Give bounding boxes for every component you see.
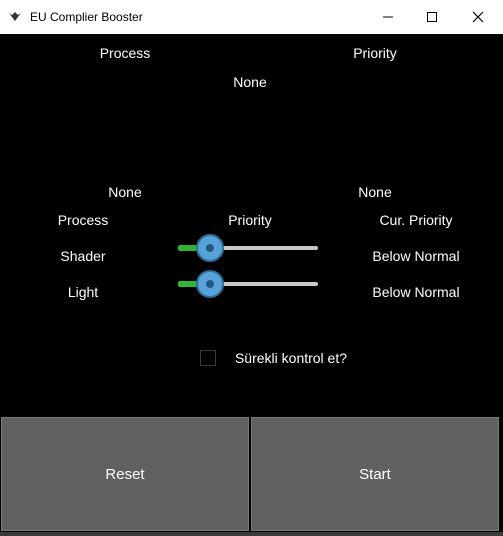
- client-area: Process Priority None None None Process …: [0, 34, 503, 536]
- column-priority-header: Priority: [228, 212, 272, 228]
- row-light-process: Light: [67, 284, 99, 300]
- continuous-check-label: Sürekli kontrol et?: [234, 350, 348, 366]
- column-cur-priority-header: Cur. Priority: [379, 212, 453, 228]
- window-title: EU Complier Booster: [30, 10, 143, 24]
- slider-handle[interactable]: [196, 270, 224, 298]
- slider-handle[interactable]: [196, 234, 224, 262]
- current-process-value: None: [108, 184, 142, 200]
- title-bar: EU Complier Booster: [0, 0, 503, 34]
- minimize-button[interactable]: [365, 0, 411, 34]
- row-light-cur-priority: Below Normal: [372, 284, 460, 300]
- current-priority-value: None: [358, 184, 392, 200]
- shader-priority-slider[interactable]: [178, 233, 318, 263]
- selected-value-label: None: [233, 74, 267, 90]
- taskbar-strip: [0, 532, 503, 536]
- row-shader-process: Shader: [60, 248, 106, 264]
- close-button[interactable]: [455, 0, 501, 34]
- app-icon: [9, 12, 21, 21]
- maximize-button[interactable]: [409, 0, 455, 34]
- reset-button[interactable]: Reset: [1, 417, 249, 531]
- maximize-icon: [427, 12, 437, 22]
- start-button[interactable]: Start: [251, 417, 499, 531]
- close-icon: [472, 11, 484, 23]
- minimize-icon: [383, 16, 393, 18]
- priority-header-label: Priority: [353, 45, 397, 61]
- continuous-check-checkbox[interactable]: [200, 350, 216, 366]
- process-header-label: Process: [99, 45, 151, 61]
- row-shader-cur-priority: Below Normal: [372, 248, 460, 264]
- column-process-header: Process: [57, 212, 109, 228]
- light-priority-slider[interactable]: [178, 269, 318, 299]
